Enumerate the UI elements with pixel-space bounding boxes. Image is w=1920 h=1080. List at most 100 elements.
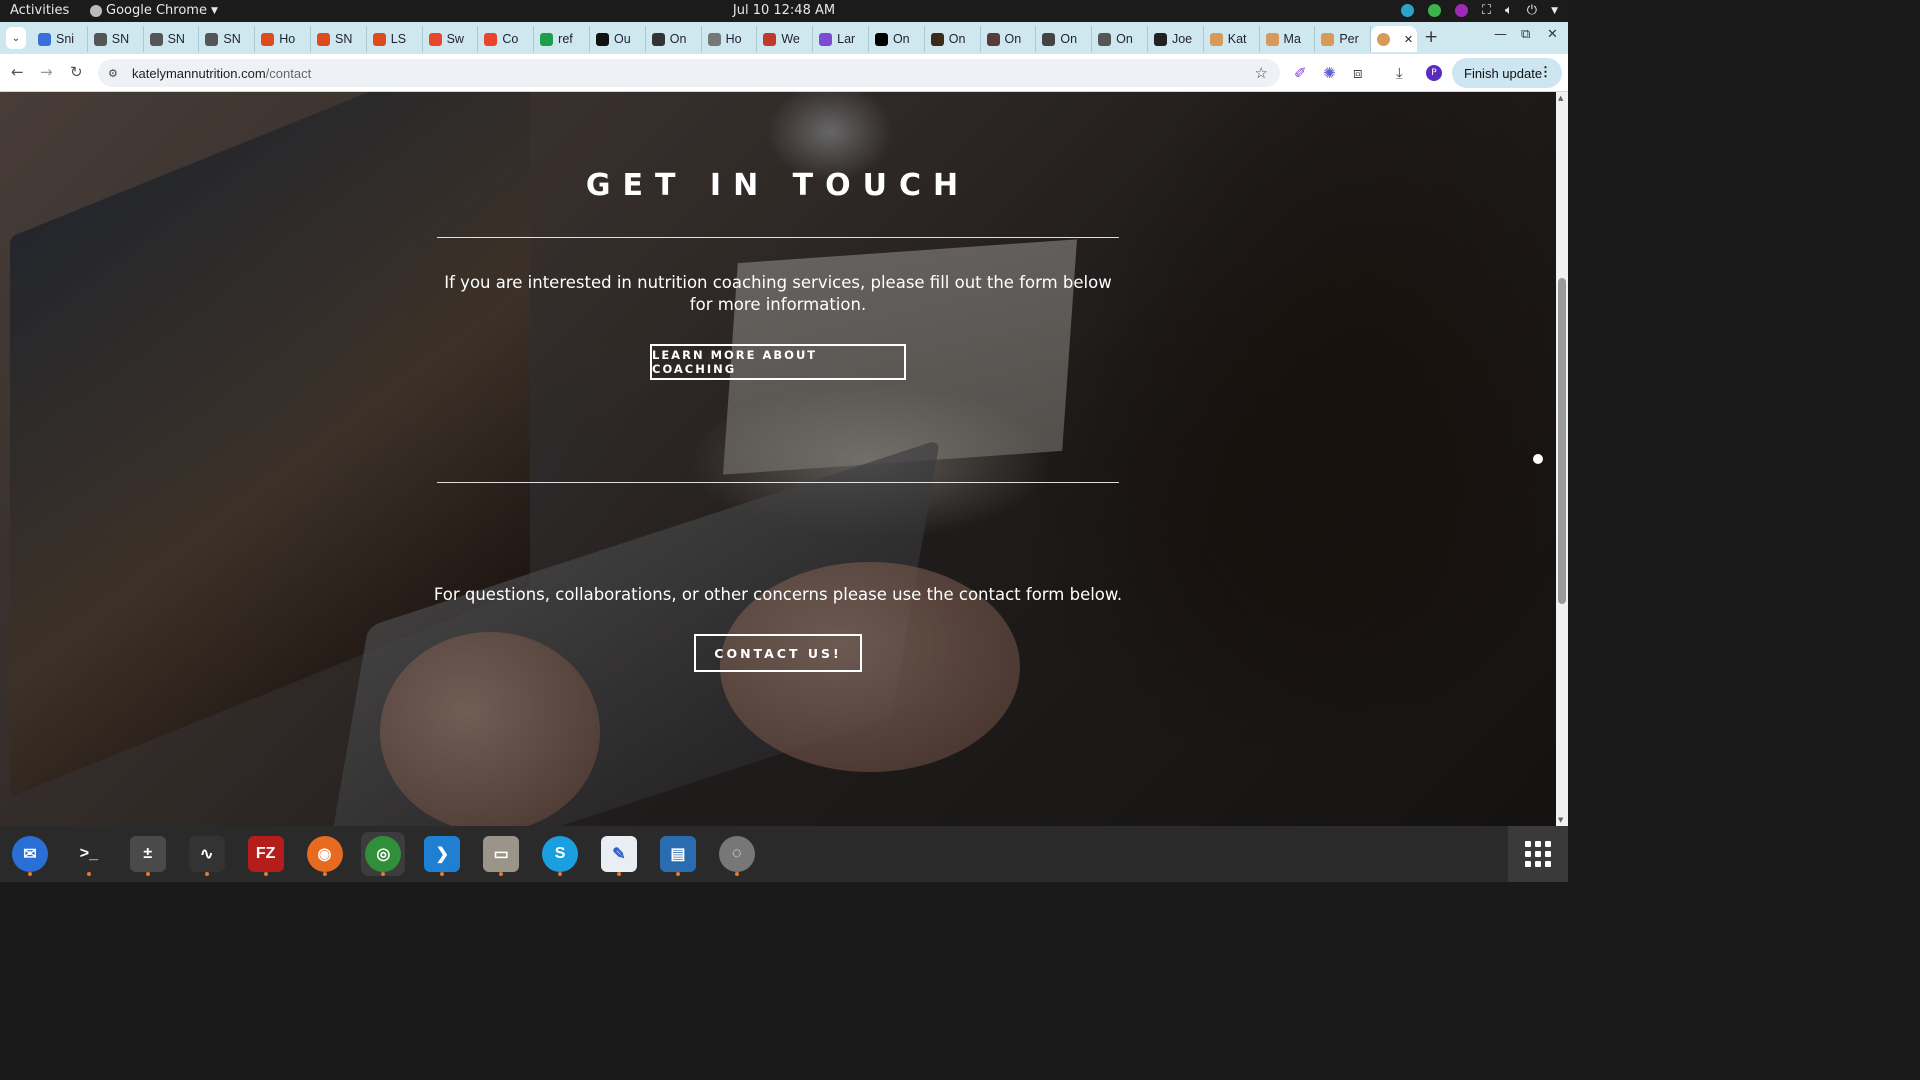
- tab-favicon-icon: [93, 32, 107, 46]
- tab-favicon-icon: [819, 32, 833, 46]
- dock-filezilla[interactable]: FZ: [244, 832, 288, 876]
- url-text[interactable]: katelymannutrition.com/contact: [132, 66, 311, 81]
- volume-icon[interactable]: 🔈︎: [1505, 3, 1513, 18]
- running-indicator: [322, 872, 327, 876]
- dock-vscode[interactable]: ❯: [420, 832, 464, 876]
- reload-button[interactable]: ↻: [70, 63, 83, 81]
- app-menu[interactable]: Google Chrome ▼: [90, 3, 218, 18]
- files-icon: ▭: [483, 836, 520, 872]
- show-apps-button[interactable]: [1508, 826, 1568, 882]
- tab-favicon-icon: [874, 32, 888, 46]
- dock-text-editor[interactable]: ✎: [597, 832, 641, 876]
- browser-tab[interactable]: On: [1036, 26, 1093, 52]
- browser-tab[interactable]: SN: [311, 26, 367, 52]
- browser-tab[interactable]: Ma: [1260, 26, 1316, 52]
- tab-label: SN: [223, 32, 241, 46]
- tab-label: Lar: [837, 32, 856, 46]
- network-icon[interactable]: ⛶: [1482, 3, 1491, 18]
- dock-firefox[interactable]: ◉: [303, 832, 347, 876]
- check-icon[interactable]: [1427, 4, 1441, 17]
- tab-strip: ⌄ Sni SN SN SN Ho SN LS Sw Co ref Ou On Ho We Lar On On O…: [0, 22, 1568, 54]
- page-scrollbar[interactable]: ▲ ▼: [1556, 92, 1568, 826]
- browser-tab[interactable]: Lar: [813, 26, 869, 52]
- scroll-up-arrow-icon[interactable]: ▲: [1558, 94, 1563, 102]
- chevron-down-icon: ⌄: [11, 32, 21, 44]
- tab-search-button[interactable]: ⌄: [6, 27, 26, 49]
- browser-tab[interactable]: Ou: [590, 26, 646, 52]
- running-indicator: [28, 872, 32, 876]
- finish-update-button[interactable]: Finish update ⋮: [1452, 58, 1562, 88]
- dock-disk-utility[interactable]: ◌: [715, 832, 759, 876]
- dock-terminal[interactable]: >_: [67, 832, 111, 876]
- browser-tab[interactable]: Co: [478, 26, 535, 52]
- browser-tab[interactable]: Kat: [1204, 26, 1260, 52]
- browser-tab[interactable]: We: [757, 26, 814, 52]
- pen-extension-icon[interactable]: ✐: [1294, 64, 1307, 82]
- browser-tab[interactable]: SN: [199, 26, 256, 52]
- scroll-down-arrow-icon[interactable]: ▼: [1558, 816, 1563, 824]
- vpn-icon[interactable]: [1400, 4, 1414, 17]
- learn-more-coaching-button[interactable]: LEARN MORE ABOUT COACHING: [650, 344, 906, 380]
- dock-skype[interactable]: S: [538, 832, 582, 876]
- tab-favicon-icon: [1042, 32, 1056, 46]
- active-browser-tab[interactable]: ✕: [1371, 26, 1418, 52]
- browser-tab[interactable]: ref: [534, 26, 590, 52]
- page-viewport: GET IN TOUCH If you are interested in nu…: [0, 92, 1556, 826]
- tab-label: On: [948, 32, 966, 46]
- browser-tab[interactable]: LS: [367, 26, 423, 52]
- minimize-button[interactable]: —: [1494, 27, 1507, 42]
- system-tray[interactable]: ⛶ 🔈︎ ⏻ ▼: [1400, 3, 1558, 18]
- browser-tab[interactable]: Ho: [702, 26, 758, 52]
- gear-extension-icon[interactable]: ✺: [1323, 64, 1336, 82]
- browser-tab[interactable]: SN: [88, 26, 144, 52]
- browser-tab[interactable]: On: [869, 26, 925, 52]
- browser-tab[interactable]: Per: [1315, 26, 1372, 52]
- tab-label: Co: [502, 32, 519, 46]
- dock-chrome[interactable]: ◎: [361, 832, 406, 876]
- running-indicator: [381, 872, 386, 876]
- clock[interactable]: Jul 10 12:48 AM: [733, 3, 835, 18]
- dock-thunderbird[interactable]: ✉: [8, 832, 52, 876]
- browser-tab[interactable]: SN: [144, 26, 200, 52]
- browser-tab[interactable]: Ho: [255, 26, 311, 52]
- activities-button[interactable]: Activities: [10, 3, 69, 18]
- back-button[interactable]: ←: [11, 63, 24, 81]
- apps-grid-icon: [1525, 841, 1551, 867]
- forward-button[interactable]: →: [40, 63, 53, 81]
- running-indicator: [440, 872, 445, 876]
- browser-tab[interactable]: Sni: [32, 26, 88, 52]
- browser-tab[interactable]: Sw: [423, 26, 479, 52]
- contact-us-button[interactable]: CONTACT US!: [694, 634, 862, 672]
- close-window-button[interactable]: ✕: [1547, 27, 1558, 42]
- downloads-icon[interactable]: ⤓: [1396, 64, 1403, 82]
- site-info-icon[interactable]: ⚙: [108, 67, 124, 80]
- app-menu-label: Google Chrome: [106, 3, 207, 18]
- dock-system-monitor[interactable]: ∿: [185, 832, 229, 876]
- address-bar[interactable]: ⚙ katelymannutrition.com/contact ☆: [98, 59, 1280, 87]
- finish-update-label: Finish update: [1464, 65, 1543, 81]
- bookmark-star-icon[interactable]: ☆: [1255, 64, 1268, 82]
- chevron-down-icon[interactable]: ▼: [1551, 6, 1558, 16]
- browser-tab[interactable]: Joe: [1148, 26, 1204, 52]
- extensions-puzzle-icon[interactable]: ⧈: [1353, 64, 1363, 82]
- dock-calculator[interactable]: ±: [126, 832, 170, 876]
- profile-avatar[interactable]: P: [1426, 65, 1442, 81]
- browser-tab[interactable]: On: [646, 26, 702, 52]
- tab-label: On: [1004, 32, 1022, 46]
- dock-libreoffice-writer[interactable]: ▤: [656, 832, 700, 876]
- extension-icon[interactable]: [1454, 4, 1468, 17]
- browser-tab[interactable]: On: [981, 26, 1037, 52]
- browser-tab[interactable]: On: [925, 26, 981, 52]
- divider-bottom: [437, 482, 1119, 483]
- tab-label: On: [1116, 32, 1133, 46]
- new-tab-button[interactable]: +: [1424, 27, 1438, 47]
- system-monitor-icon: ∿: [188, 836, 225, 872]
- dock-files[interactable]: ▭: [479, 832, 523, 876]
- url-domain: katelymannutrition.com: [132, 65, 266, 81]
- slide-dot-indicator[interactable]: [1533, 454, 1543, 464]
- scrollbar-thumb[interactable]: [1558, 278, 1566, 604]
- browser-tab[interactable]: On: [1092, 26, 1148, 52]
- restore-button[interactable]: ⧉: [1521, 27, 1530, 42]
- close-tab-icon[interactable]: ✕: [1404, 33, 1413, 46]
- power-icon[interactable]: ⏻: [1527, 3, 1537, 18]
